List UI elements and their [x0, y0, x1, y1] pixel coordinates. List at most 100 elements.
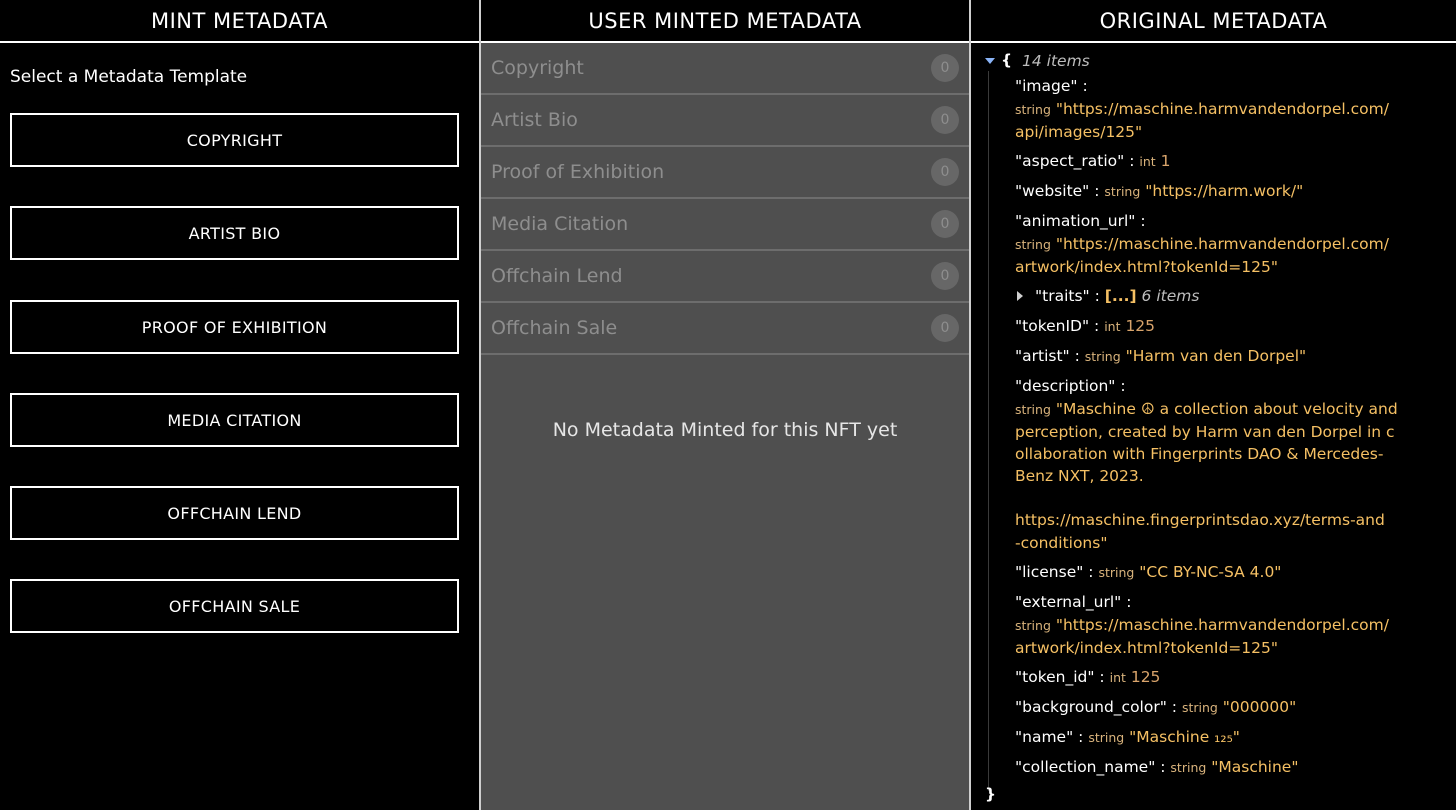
json-key: "background_color" :: [1015, 698, 1178, 716]
minted-count-badge: 0: [931, 158, 959, 186]
json-key: "aspect_ratio" :: [1015, 152, 1135, 170]
media-citation-template-button[interactable]: MEDIA CITATION: [10, 393, 459, 447]
value-text: "Maschine ₁₂₅": [1129, 728, 1240, 746]
json-entry: "website" : string "https://harm.work/": [1015, 182, 1303, 200]
json-key: "animation_url" :: [1015, 212, 1146, 230]
value-type: int: [1109, 670, 1126, 685]
value-text: api/images/125": [1015, 123, 1143, 141]
value-text: "Harm van den Dorpel": [1125, 347, 1307, 365]
json-entry: "license" : string "CC BY-NC-SA 4.0": [1015, 563, 1281, 581]
minted-count-badge: 0: [931, 54, 959, 82]
collapse-caret-icon[interactable]: [985, 58, 995, 64]
json-entry[interactable]: "traits" : [...] 6 items: [1035, 287, 1199, 305]
json-key: "token_id" :: [1015, 668, 1105, 686]
minted-row-artist-bio[interactable]: Artist Bio 0: [481, 95, 969, 147]
json-value: string "https://maschine.harmvandendorpe…: [1015, 616, 1389, 634]
user-minted-metadata-panel: USER MINTED METADATA Copyright 0 Artist …: [479, 0, 971, 810]
offchain-sale-template-button[interactable]: OFFCHAIN SALE: [10, 579, 459, 633]
user-minted-metadata-header: USER MINTED METADATA: [481, 0, 969, 43]
value-text: "https://maschine.harmvandendorpel.com/: [1055, 235, 1389, 253]
json-tree: { 14 items "image" : string "https://mas…: [971, 43, 1456, 810]
value-type: string: [1084, 349, 1121, 364]
value-text: Benz NXT, 2023.: [1015, 467, 1144, 485]
close-brace: }: [985, 785, 997, 803]
value-text: https://maschine.fingerprintsdao.xyz/ter…: [1015, 511, 1385, 529]
json-entry: "token_id" : int 125: [1015, 668, 1160, 686]
json-key: "website" :: [1015, 182, 1100, 200]
json-entry: "tokenID" : int 125: [1015, 317, 1155, 335]
minted-row-copyright[interactable]: Copyright 0: [481, 43, 969, 95]
json-entry: "collection_name" : string "Maschine": [1015, 758, 1298, 776]
minted-count-badge: 0: [931, 314, 959, 342]
item-count: 6 items: [1141, 287, 1200, 305]
value-type: string: [1088, 730, 1125, 745]
value-text: "https://maschine.harmvandendorpel.com/: [1055, 100, 1389, 118]
value-text: "https://maschine.harmvandendorpel.com/: [1055, 616, 1389, 634]
value-text: "Maschine": [1211, 758, 1299, 776]
expand-caret-icon[interactable]: [1017, 291, 1023, 301]
value-type: string: [1170, 760, 1207, 775]
value-text: "https://harm.work/": [1145, 182, 1304, 200]
original-metadata-panel: ORIGINAL METADATA { 14 items "image" : s…: [971, 0, 1456, 810]
minted-row-label: Copyright: [491, 57, 584, 79]
json-key: "collection_name" :: [1015, 758, 1166, 776]
minted-row-media-citation[interactable]: Media Citation 0: [481, 199, 969, 251]
minted-row-offchain-sale[interactable]: Offchain Sale 0: [481, 303, 969, 355]
json-value: string "https://maschine.harmvandendorpe…: [1015, 235, 1389, 253]
json-entry: "background_color" : string "000000": [1015, 698, 1296, 716]
value-text: 125: [1125, 317, 1156, 335]
value-text: ollaboration with Fingerprints DAO & Mer…: [1015, 445, 1384, 463]
open-brace: {: [1001, 51, 1013, 69]
json-key: "external_url" :: [1015, 593, 1132, 611]
value-type: string: [1015, 402, 1051, 417]
json-key: "tokenID" :: [1015, 317, 1100, 335]
template-prompt: Select a Metadata Template: [10, 67, 248, 87]
minted-row-label: Media Citation: [491, 213, 629, 235]
json-key: "image" :: [1015, 77, 1088, 95]
minted-row-proof-of-exhibition[interactable]: Proof of Exhibition 0: [481, 147, 969, 199]
minted-count-badge: 0: [931, 262, 959, 290]
minted-row-label: Offchain Sale: [491, 317, 618, 339]
value-type: string: [1015, 237, 1051, 252]
json-value: string "Maschine ☮ a collection about ve…: [1015, 400, 1398, 418]
mint-metadata-header: MINT METADATA: [0, 0, 479, 43]
value-text: 125: [1130, 668, 1161, 686]
item-count: 14 items: [1022, 52, 1090, 70]
original-metadata-header: ORIGINAL METADATA: [971, 0, 1456, 43]
offchain-lend-template-button[interactable]: OFFCHAIN LEND: [10, 486, 459, 540]
mint-metadata-panel: MINT METADATA Select a Metadata Template…: [0, 0, 479, 810]
value-type: int: [1104, 319, 1121, 334]
minted-row-label: Offchain Lend: [491, 265, 623, 287]
minted-row-offchain-lend[interactable]: Offchain Lend 0: [481, 251, 969, 303]
value-text: 1: [1160, 152, 1171, 170]
minted-row-label: Artist Bio: [491, 109, 578, 131]
proof-of-exhibition-template-button[interactable]: PROOF OF EXHIBITION: [10, 300, 459, 354]
value-text: -conditions": [1015, 534, 1108, 552]
value-text: artwork/index.html?tokenId=125": [1015, 639, 1279, 657]
value-type: string: [1098, 565, 1135, 580]
json-key: "name" :: [1015, 728, 1084, 746]
value-type: string: [1104, 184, 1141, 199]
tree-indent-guide: [988, 71, 989, 791]
value-text: "000000": [1222, 698, 1297, 716]
json-key: "artist" :: [1015, 347, 1080, 365]
value-text: "CC BY-NC-SA 4.0": [1139, 563, 1282, 581]
json-entry: "name" : string "Maschine ₁₂₅": [1015, 728, 1240, 746]
value-type: string: [1181, 700, 1218, 715]
copyright-template-button[interactable]: COPYRIGHT: [10, 113, 459, 167]
minted-count-badge: 0: [931, 106, 959, 134]
collapsed-array: [...]: [1104, 287, 1137, 305]
json-key: "description" :: [1015, 377, 1126, 395]
json-entry: "artist" : string "Harm van den Dorpel": [1015, 347, 1306, 365]
minted-count-badge: 0: [931, 210, 959, 238]
json-key: "license" :: [1015, 563, 1094, 581]
artist-bio-template-button[interactable]: ARTIST BIO: [10, 206, 459, 260]
minted-row-label: Proof of Exhibition: [491, 161, 665, 183]
value-text: artwork/index.html?tokenId=125": [1015, 258, 1279, 276]
value-type: string: [1015, 618, 1051, 633]
value-type: int: [1139, 154, 1156, 169]
empty-state-message: No Metadata Minted for this NFT yet: [552, 419, 898, 441]
json-entry: "aspect_ratio" : int 1: [1015, 152, 1171, 170]
json-key: "traits" :: [1035, 287, 1100, 305]
json-value: string "https://maschine.harmvandendorpe…: [1015, 100, 1389, 118]
